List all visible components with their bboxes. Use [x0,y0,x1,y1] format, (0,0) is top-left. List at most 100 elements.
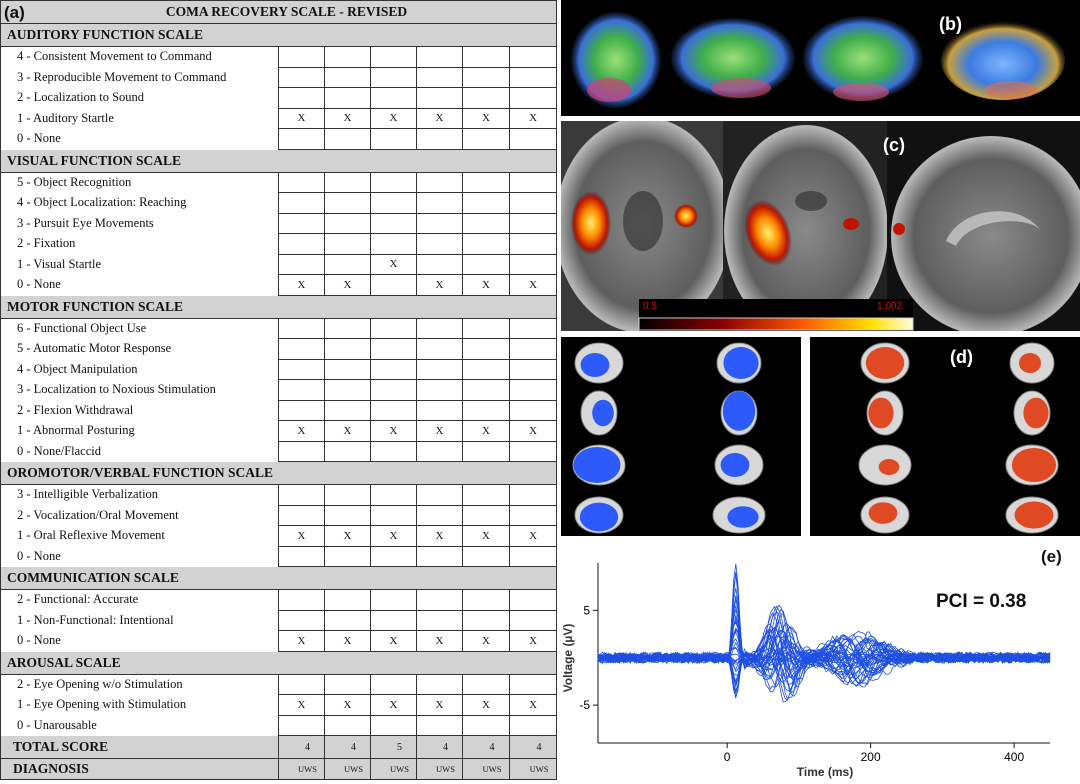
section-header: AROUSAL SCALE [0,650,558,675]
score-mark-cell: X [416,525,463,547]
pet-brain-render [1005,444,1059,486]
colorbar [638,317,914,331]
score-mark-cell [416,545,463,567]
score-mark-cell [324,233,371,255]
panel-c-tag: (c) [883,135,905,155]
diagnosis-value: UWS [278,758,325,780]
score-mark-cell [370,212,417,234]
scale-item-label: 1 - Eye Opening with Stimulation [0,694,279,715]
panel-b-tag: (b) [939,14,962,34]
pet-brain-render [1013,390,1051,436]
tractography-image [571,12,1065,108]
scale-item-row: 1 - Abnormal Posturing X X X X X X [0,420,558,442]
score-mark-cell [370,484,417,506]
score-mark-cell [416,192,463,214]
eeg-channel-trace [597,604,1051,686]
score-mark-cell: X [416,274,463,296]
tms-eeg-panel: (e) 0 200 400 5 -5 PCI = 0.38 Time (ms) Volt… [560,545,1080,784]
score-mark-cell [508,253,558,275]
scale-item-row: 2 - Functional: Accurate [0,589,558,611]
score-mark-cell [462,317,510,339]
score-mark-cell [370,274,417,296]
score-mark-cell [416,673,463,695]
score-mark-cell [416,504,463,526]
scale-item-row: 2 - Eye Opening w/o Stimulation [0,673,558,695]
scale-item-row: 1 - Oral Reflexive Movement X X X X X X [0,525,558,547]
score-mark-cell [324,379,371,401]
score-mark-cell [278,317,325,339]
score-mark-cell: X [278,525,325,547]
scale-item-label: 2 - Vocalization/Oral Movement [0,504,279,526]
score-mark-cell [508,714,558,736]
scale-item-label: 3 - Intelligible Verbalization [0,484,279,505]
scale-item-row: 5 - Object Recognition [0,171,558,193]
score-mark-cell [324,46,371,68]
colorbar-min: 0.5 [643,301,657,312]
fmri-panel: (c) 0.5 1.002 [561,121,1080,331]
pet-brain-render [860,342,910,384]
score-mark-cell: X [324,694,371,716]
pet-blue-brains [572,342,766,534]
score-mark-cell [416,440,463,462]
score-mark-cell [416,379,463,401]
score-mark-cell [462,609,510,631]
score-mark-cell [508,484,558,506]
score-mark-cell [370,399,417,421]
score-mark-cell [416,66,463,88]
score-mark-cell [278,589,325,611]
score-mark-cell [462,338,510,360]
pet-brain-render [714,444,764,486]
scale-item-label: 1 - Visual Startle [0,253,279,275]
score-mark-cell [462,673,510,695]
scale-item-row: 2 - Flexion Withdrawal [0,399,558,421]
score-mark-cell [324,504,371,526]
score-mark-cell [324,673,371,695]
scale-item-row: 0 - Unarousable [0,714,558,736]
score-mark-cell: X [508,525,558,547]
score-mark-cell [416,484,463,506]
score-mark-cell [508,545,558,567]
scale-item-label: 0 - None [0,128,279,149]
section-header: AUDITORY FUNCTION SCALE [0,23,558,47]
score-mark-cell [508,673,558,695]
score-mark-cell [508,317,558,339]
score-mark-cell [370,128,417,150]
score-mark-cell [278,87,325,109]
activation-left [571,191,611,255]
score-mark-cell [324,128,371,150]
section-header: MOTOR FUNCTION SCALE [0,294,558,319]
score-mark-cell: X [508,107,558,129]
scale-item-row: 6 - Functional Object Use [0,317,558,339]
score-mark-cell: X [370,694,417,716]
score-mark-cell [416,87,463,109]
pet-brain-render [572,444,626,486]
score-mark-cell [462,589,510,611]
score-mark-cell [462,128,510,150]
colorbar-max: 1.002 [877,301,903,312]
score-mark-cell [324,66,371,88]
score-mark-cell [416,338,463,360]
scale-item-row: 2 - Vocalization/Oral Movement [0,504,558,526]
total-score-value: 4 [462,735,510,759]
score-mark-cell [278,358,325,380]
score-mark-cell: X [370,525,417,547]
section-header: COMMUNICATION SCALE [0,566,558,590]
eeg-channel-trace [597,605,1051,693]
score-mark-cell [508,379,558,401]
scale-item-label: 0 - None [0,630,279,651]
score-mark-cell: X [278,107,325,129]
pci-annotation: PCI = 0.38 [936,591,1026,612]
pet-brain-render [866,390,904,436]
scale-item-label: 2 - Functional: Accurate [0,589,279,610]
score-mark-cell [462,87,510,109]
total-score-label: TOTAL SCORE [0,735,279,759]
score-mark-cell [278,66,325,88]
score-mark-cell [508,440,558,462]
diagnosis-value: UWS [370,758,417,780]
score-mark-cell: X [370,107,417,129]
score-mark-cell [278,714,325,736]
crs-r-panel: (a) COMA RECOVERY SCALE - REVISED AUDITO… [0,0,558,784]
scale-item-row: 0 - None [0,545,558,567]
score-mark-cell: X [508,630,558,652]
score-mark-cell [416,46,463,68]
